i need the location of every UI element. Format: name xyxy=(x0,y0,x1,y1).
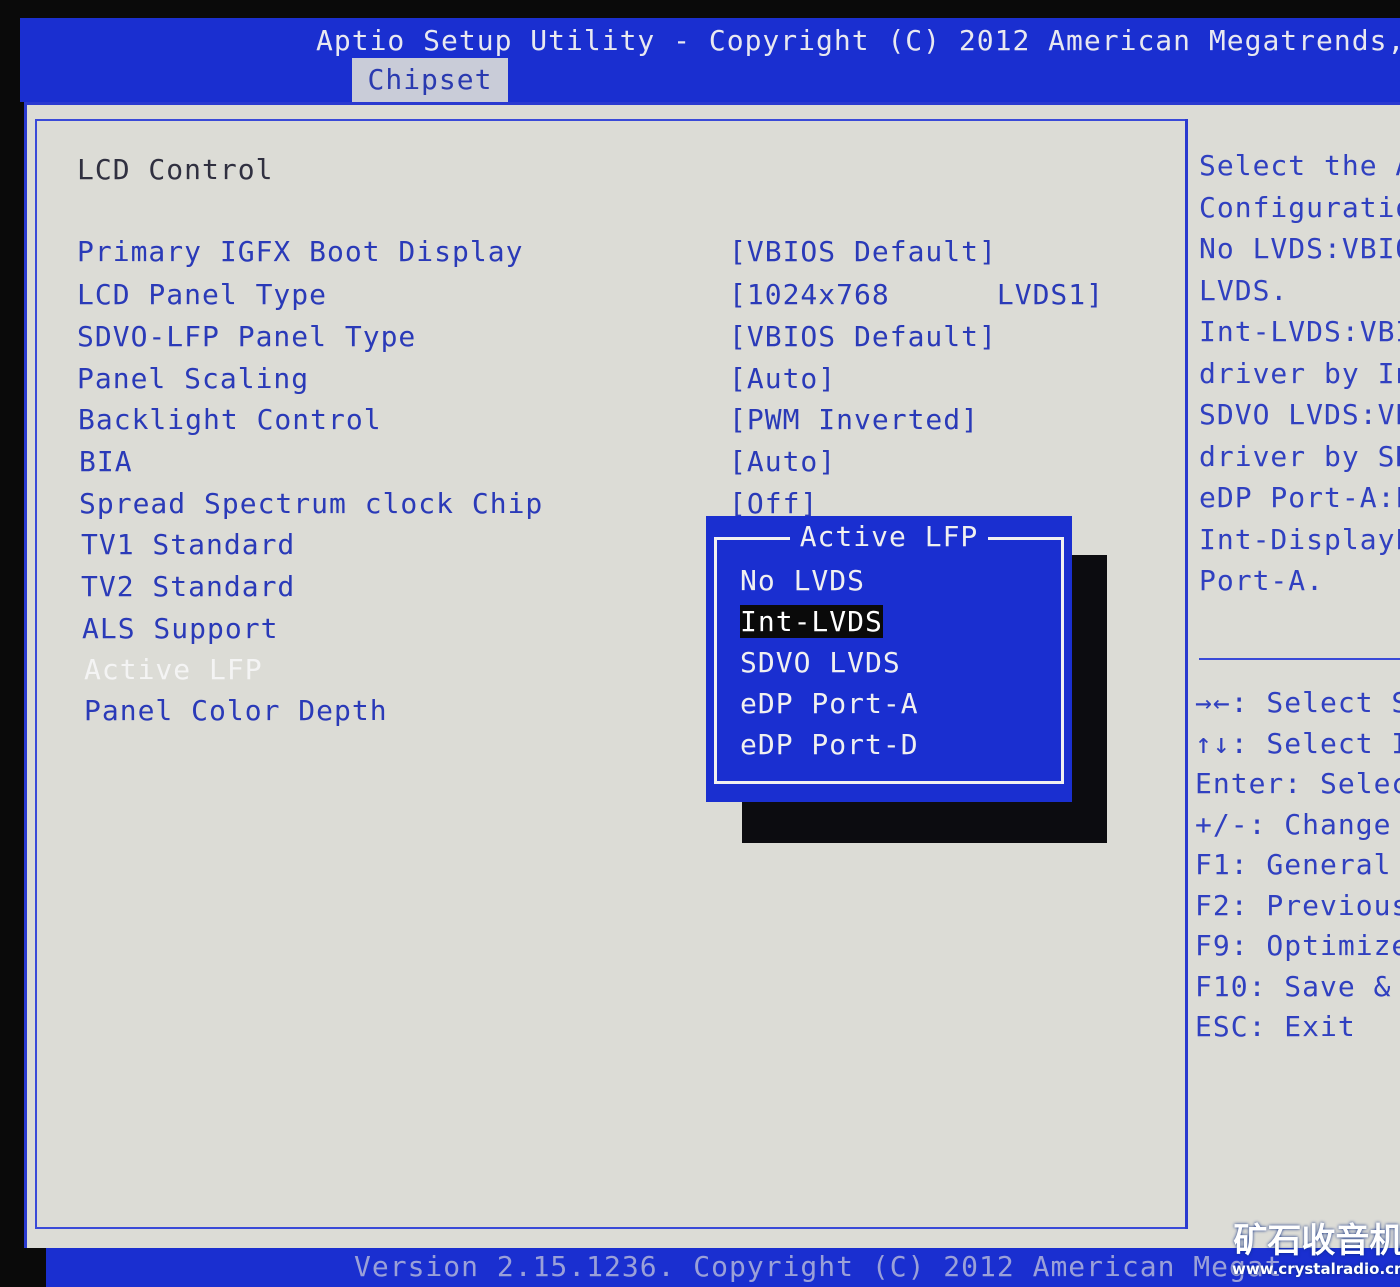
key-hint: Enter: Selec xyxy=(1195,767,1400,800)
setting-tv2-standard[interactable]: TV2 Standard xyxy=(81,570,295,603)
setting-active-lfp[interactable]: Active LFP xyxy=(84,653,263,686)
option-edp-port-a[interactable]: eDP Port-A xyxy=(740,687,919,720)
key-hint: F10: Save & xyxy=(1195,969,1400,1003)
key-hint: ↑↓: Select I xyxy=(1195,726,1400,760)
watermark-logo: 矿石收音机 www.crystalradio.cn xyxy=(1232,1222,1400,1278)
help-line: LVDS. xyxy=(1199,273,1289,307)
setting-value[interactable]: [Auto] xyxy=(729,445,836,478)
setting-backlight-control[interactable]: Backlight Control xyxy=(78,403,382,436)
setting-value[interactable]: [Auto] xyxy=(729,362,836,395)
popup-title: Active LFP xyxy=(789,520,989,553)
setting-spread-spectrum-clock-chip[interactable]: Spread Spectrum clock Chip xyxy=(79,487,543,520)
help-text: Select the A Configuratio No LVDS:VBIO LVDS… xyxy=(1199,145,1400,602)
help-line: SDVO LVDS:VB xyxy=(1199,398,1400,431)
pane-divider xyxy=(1185,119,1188,1229)
help-line: Port-A. xyxy=(1199,564,1325,597)
help-line: driver by In xyxy=(1199,356,1400,390)
help-divider xyxy=(1199,658,1400,660)
active-lfp-popup: Active LFP No LVDS Int-LVDS SDVO LVDS eDP P… xyxy=(706,516,1072,802)
help-line: Int-DisplayP xyxy=(1199,522,1400,556)
key-hint: ESC: Exit xyxy=(1195,1010,1356,1043)
setting-panel-scaling[interactable]: Panel Scaling xyxy=(77,362,309,395)
setting-value[interactable]: [VBIOS Default] xyxy=(729,320,997,353)
setting-sdvo-lfp-panel-type[interactable]: SDVO-LFP Panel Type xyxy=(77,320,416,353)
setting-value[interactable]: [PWM Inverted] xyxy=(729,403,979,436)
option-no-lvds[interactable]: No LVDS xyxy=(740,564,865,597)
help-line: Int-LVDS:VBI xyxy=(1199,315,1400,348)
key-hint: F2: Previous xyxy=(1195,888,1400,922)
section-title: LCD Control xyxy=(77,153,274,186)
setting-als-support[interactable]: ALS Support xyxy=(82,612,278,645)
app-title: Aptio Setup Utility - Copyright (C) 2012… xyxy=(316,24,1400,57)
help-line: Select the A xyxy=(1199,149,1400,182)
watermark-name: 矿石收音机 xyxy=(1233,1221,1400,1261)
setting-value[interactable]: [VBIOS Default] xyxy=(729,235,997,268)
help-line: eDP Port-A:L xyxy=(1199,481,1400,514)
option-edp-port-d[interactable]: eDP Port-D xyxy=(740,728,919,761)
key-hint: +/-: Change xyxy=(1195,807,1392,841)
title-bar: Aptio Setup Utility - Copyright (C) 2012… xyxy=(20,18,1400,102)
key-legend: →←: Select S ↑↓: Select I Enter: Selec +/-:… xyxy=(1195,683,1400,1048)
setting-tv1-standard[interactable]: TV1 Standard xyxy=(81,528,295,561)
setting-bia[interactable]: BIA xyxy=(79,445,133,478)
setting-primary-igfx-boot-display[interactable]: Primary IGFX Boot Display xyxy=(77,235,523,268)
option-sdvo-lvds[interactable]: SDVO LVDS xyxy=(740,646,901,679)
setting-lcd-panel-type[interactable]: LCD Panel Type xyxy=(77,278,327,311)
help-line: Configuratio xyxy=(1199,190,1400,224)
version-text: Version 2.15.1236. Copyright (C) 2012 Am… xyxy=(354,1250,1283,1283)
footer-bar: Version 2.15.1236. Copyright (C) 2012 Am… xyxy=(46,1248,1400,1287)
setting-value[interactable]: [1024x768 LVDS1] xyxy=(729,278,1104,311)
key-hint: F9: Optimize xyxy=(1195,929,1400,962)
help-line: driver by SD xyxy=(1199,439,1400,473)
setting-panel-color-depth[interactable]: Panel Color Depth xyxy=(84,694,388,727)
option-int-lvds[interactable]: Int-LVDS xyxy=(740,605,883,638)
key-hint: F1: General xyxy=(1195,848,1392,881)
help-line: No LVDS:VBIO xyxy=(1199,232,1400,265)
watermark-url: www.crystalradio.cn xyxy=(1232,1260,1400,1278)
tab-chipset[interactable]: Chipset xyxy=(352,58,508,102)
key-hint: →←: Select S xyxy=(1195,686,1400,719)
